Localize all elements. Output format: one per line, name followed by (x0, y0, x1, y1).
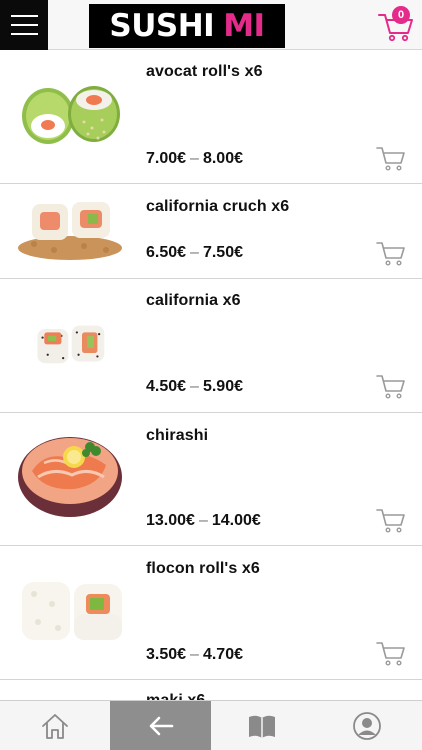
price-max: 14.00€ (211, 512, 261, 529)
product-image-california (37, 325, 105, 364)
tab-account[interactable] (312, 701, 422, 750)
add-to-cart-icon[interactable] (376, 506, 406, 534)
product-image-chirashi (18, 437, 122, 517)
product-list: avocat roll's x6 7.00€ –8.00€ california … (0, 51, 422, 740)
product-price: 13.00€ –14.00€ (146, 512, 261, 530)
price-separator: – (190, 378, 199, 395)
price-separator: – (190, 646, 199, 663)
logo-text-mi: MI (223, 8, 265, 44)
price-min: 6.50€ (146, 244, 187, 261)
product-image-california-cruch (18, 202, 122, 260)
product-image-avocat-rolls (22, 86, 120, 144)
product-price: 3.50€ –4.70€ (146, 646, 243, 664)
product-image-flocon-rolls (22, 582, 122, 640)
product-name[interactable]: california cruch x6 (146, 198, 289, 216)
menu-button[interactable] (0, 0, 48, 50)
book-icon (248, 715, 275, 738)
list-item[interactable]: california cruch x6 6.50€ –7.50€ (0, 184, 422, 279)
price-max: 8.00€ (202, 150, 243, 167)
price-max: 4.70€ (202, 646, 243, 663)
product-price: 7.00€ –8.00€ (146, 150, 243, 168)
app-logo[interactable]: SUSHI MI (89, 4, 285, 48)
product-name[interactable]: chirashi (146, 427, 208, 445)
product-name[interactable]: flocon roll's x6 (146, 560, 260, 578)
product-price: 6.50€ –7.50€ (146, 244, 243, 262)
price-max: 5.90€ (202, 378, 243, 395)
add-to-cart-icon[interactable] (376, 239, 406, 267)
product-name[interactable]: california x6 (146, 292, 241, 310)
logo-text-sushi: SUSHI (109, 8, 215, 44)
menu-icon (11, 24, 38, 26)
home-icon (42, 714, 68, 739)
product-price: 4.50€ –5.90€ (146, 378, 243, 396)
price-max: 7.50€ (202, 244, 243, 261)
menu-icon (11, 33, 38, 35)
tab-catalog[interactable] (211, 701, 312, 750)
tab-back[interactable] (110, 701, 211, 750)
price-separator: – (198, 512, 208, 529)
list-item[interactable]: flocon roll's x6 3.50€ –4.70€ (0, 546, 422, 680)
price-min: 4.50€ (146, 378, 187, 395)
price-min: 7.00€ (146, 150, 187, 167)
list-item[interactable]: avocat roll's x6 7.00€ –8.00€ (0, 51, 422, 184)
price-separator: – (190, 150, 199, 167)
list-item[interactable]: california x6 4.50€ –5.90€ (0, 279, 422, 413)
add-to-cart-icon[interactable] (376, 372, 406, 400)
user-icon (353, 712, 381, 740)
price-min: 3.50€ (146, 646, 187, 663)
add-to-cart-icon[interactable] (376, 144, 406, 172)
add-to-cart-icon[interactable] (376, 639, 406, 667)
tab-home[interactable] (0, 701, 110, 750)
price-separator: – (190, 244, 199, 261)
bottom-tab-bar (0, 700, 422, 750)
menu-icon (11, 15, 38, 17)
back-arrow-icon (149, 716, 173, 736)
product-name[interactable]: avocat roll's x6 (146, 63, 263, 81)
price-min: 13.00€ (146, 512, 195, 529)
cart-count-badge: 0 (392, 6, 410, 24)
app-header: SUSHI MI 0 (0, 0, 422, 50)
list-item[interactable]: chirashi 13.00€ –14.00€ (0, 413, 422, 546)
